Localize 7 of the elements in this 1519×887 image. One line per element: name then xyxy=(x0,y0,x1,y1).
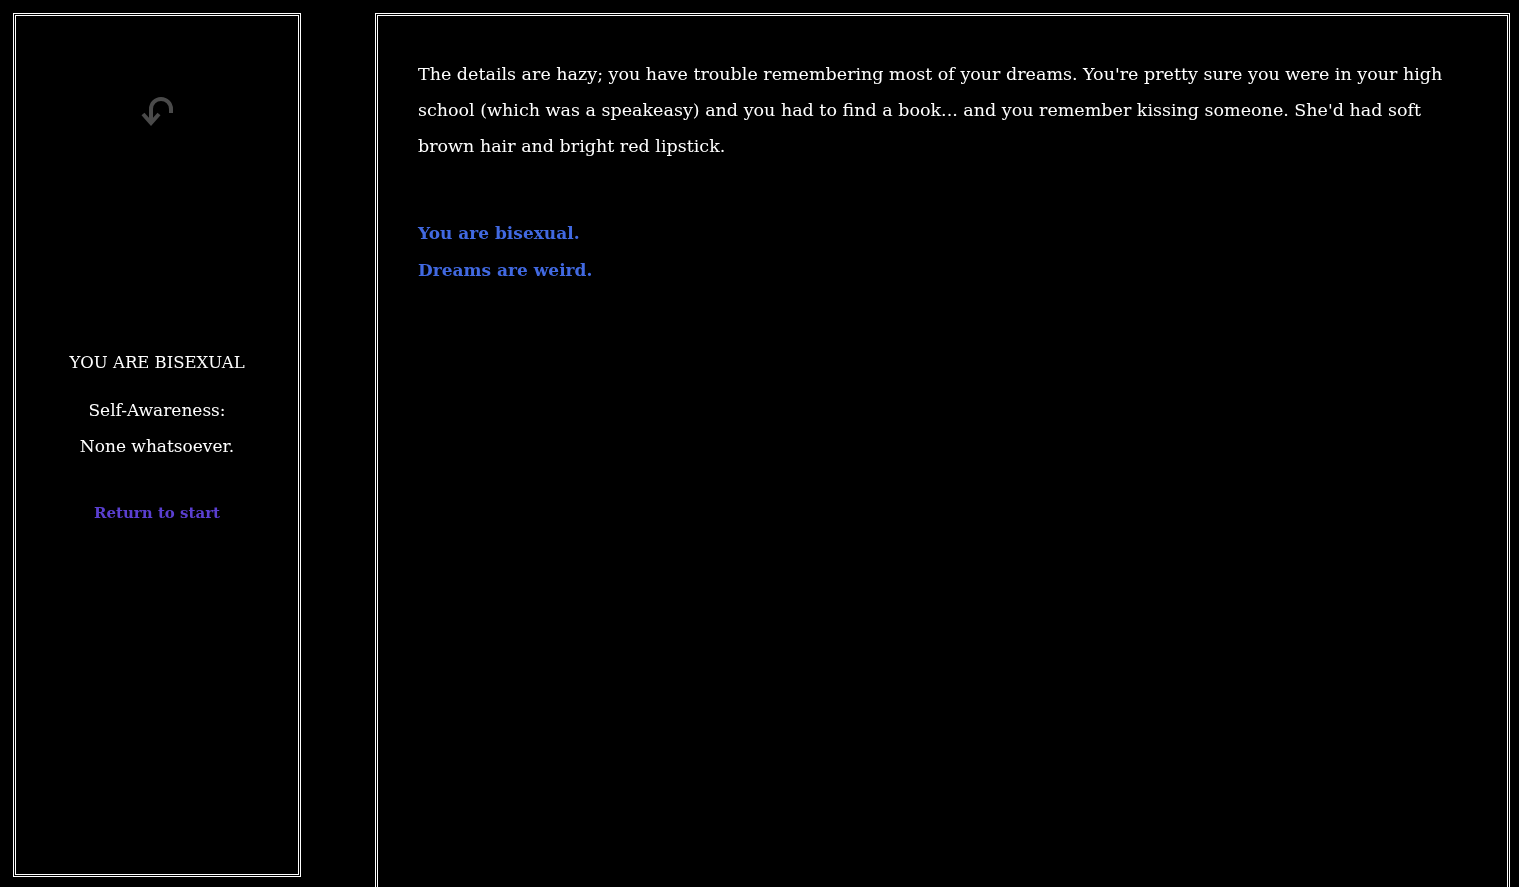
stat-label: Self-Awareness: xyxy=(87,399,227,422)
choice-link[interactable]: Dreams are weird. xyxy=(418,260,593,280)
choice-link[interactable]: You are bisexual. xyxy=(418,223,580,243)
stat-value: None whatsoever. xyxy=(79,435,235,458)
story-title: YOU ARE BISEXUAL xyxy=(69,352,245,374)
passage-text: The details are hazy; you have trouble remembering most of your dreams. You're pretty sure you were in your high school (which was a speakeasy) and you had to find a book... and you remember kissing someone. She'd had soft brown hair and bright red lipstick. xyxy=(418,63,1443,158)
return-to-start-link[interactable]: Return to start xyxy=(94,504,220,522)
